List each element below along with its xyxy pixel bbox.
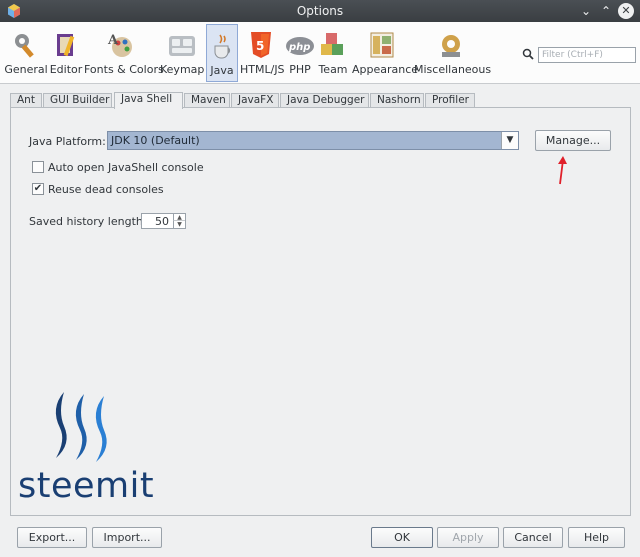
reuse-consoles-checkbox[interactable]: ✔: [32, 183, 44, 195]
category-java[interactable]: Java: [206, 24, 238, 82]
category-label: Java: [210, 64, 234, 77]
category-label: PHP: [289, 63, 311, 76]
category-php[interactable]: php PHP: [284, 24, 316, 82]
import-button[interactable]: Import...: [92, 527, 162, 548]
cancel-button[interactable]: Cancel: [503, 527, 563, 548]
history-length-spinner[interactable]: 50 ▲ ▼: [141, 213, 186, 229]
category-label: Editor: [49, 63, 83, 76]
auto-open-checkbox[interactable]: [32, 161, 44, 173]
checkmark-icon: ✔: [33, 183, 43, 194]
tab-nashorn[interactable]: Nashorn: [370, 93, 424, 108]
java-platform-label: Java Platform:: [29, 135, 106, 148]
category-label: HTML/JS: [240, 63, 285, 76]
red-arrow-annotation: [558, 156, 567, 185]
filter-input[interactable]: [538, 47, 636, 63]
help-button[interactable]: Help: [568, 527, 625, 548]
spinner-up-icon[interactable]: ▲: [173, 214, 185, 221]
html5-icon: 5: [251, 32, 271, 58]
ok-button[interactable]: OK: [371, 527, 433, 548]
tab-gui-builder[interactable]: GUI Builder: [43, 93, 112, 108]
category-label: Appearance: [352, 63, 419, 76]
pencil-book-icon: [57, 34, 75, 57]
tab-maven[interactable]: Maven: [184, 93, 230, 108]
manage-button[interactable]: Manage...: [535, 130, 611, 151]
minimize-icon[interactable]: ⌄: [578, 3, 594, 19]
window-title: Options: [296, 4, 344, 18]
team-blocks-icon: [321, 33, 343, 55]
category-label: Keymap: [160, 63, 205, 76]
auto-open-label: Auto open JavaShell console: [48, 161, 204, 174]
php-icon: php: [286, 37, 314, 55]
category-label: Fonts & Colors: [84, 63, 164, 76]
tab-profiler[interactable]: Profiler: [425, 93, 475, 108]
steemit-wordmark: steemit: [18, 466, 155, 506]
close-icon[interactable]: ✕: [618, 3, 634, 19]
title-bar: Options ⌄ ⌃ ✕: [0, 0, 640, 22]
export-button[interactable]: Export...: [17, 527, 87, 548]
tab-ant[interactable]: Ant: [10, 93, 42, 108]
gear-wrench-icon: [15, 34, 34, 58]
svg-text:5: 5: [256, 39, 264, 53]
category-fonts-colors[interactable]: A Fonts & Colors: [84, 24, 164, 82]
category-keymap[interactable]: Keymap: [160, 24, 204, 82]
category-appearance[interactable]: Appearance: [352, 24, 419, 82]
java-cup-icon: [214, 34, 231, 59]
history-length-value: 50: [155, 215, 169, 228]
maximize-icon[interactable]: ⌃: [598, 3, 614, 19]
category-miscellaneous[interactable]: Miscellaneous: [414, 24, 492, 82]
category-html-js[interactable]: 5 HTML/JS: [240, 24, 285, 82]
tab-java-shell[interactable]: Java Shell: [114, 92, 183, 109]
java-platform-select[interactable]: JDK 10 (Default) ▼: [107, 131, 519, 150]
chevron-down-icon[interactable]: ▼: [501, 132, 518, 149]
category-label: Miscellaneous: [414, 63, 492, 76]
history-length-label: Saved history length:: [29, 215, 147, 228]
svg-text:A: A: [107, 33, 119, 48]
reuse-consoles-label: Reuse dead consoles: [48, 183, 164, 196]
category-label: Team: [318, 63, 348, 76]
category-editor[interactable]: Editor: [48, 24, 84, 82]
tab-java-debugger[interactable]: Java Debugger: [280, 93, 369, 108]
category-label: General: [4, 63, 48, 76]
appearance-icon: [370, 32, 394, 58]
category-general[interactable]: General: [4, 24, 48, 82]
spinner-down-icon[interactable]: ▼: [173, 221, 185, 228]
tab-javafx[interactable]: JavaFX: [231, 93, 279, 108]
category-toolbar: General Editor A Fonts & Colors Keymap J…: [0, 22, 640, 84]
misc-gears-icon: [442, 35, 460, 57]
svg-text:php: php: [288, 42, 310, 53]
keyboard-icon: [169, 36, 195, 56]
apply-button[interactable]: Apply: [437, 527, 499, 548]
category-team[interactable]: Team: [316, 24, 350, 82]
font-palette-icon: A: [107, 33, 132, 57]
search-icon: [522, 48, 534, 60]
java-platform-value: JDK 10 (Default): [111, 134, 200, 147]
